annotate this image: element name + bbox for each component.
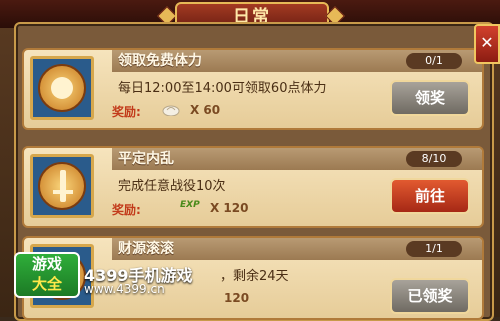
reward-amount: X 120: [210, 201, 249, 215]
close-button[interactable]: ✕: [474, 24, 500, 64]
reward-label: 奖励:: [112, 203, 141, 217]
site-logo: 游戏 大全: [14, 252, 80, 298]
task-description: ，剩余24天: [220, 269, 289, 284]
watermark-url: www.4399.cn: [84, 282, 165, 296]
task-progress: 0/1: [406, 53, 462, 69]
task-progress: 8/10: [406, 151, 462, 167]
reward-label: 奖励:: [112, 105, 141, 119]
claim-reward-button[interactable]: 领奖: [390, 80, 470, 116]
bun-icon: [38, 64, 86, 112]
exp-icon: EXP: [180, 200, 200, 210]
logo-line1: 游戏: [31, 255, 62, 273]
task-icon-frame: [30, 154, 94, 218]
go-button[interactable]: 前往: [390, 178, 470, 214]
bun-icon: [162, 105, 180, 116]
task-description: 完成任意战役10次: [118, 179, 226, 194]
reward-amount: X 60: [190, 103, 221, 117]
sword-icon: [38, 162, 86, 210]
task-title: 平定内乱: [118, 151, 174, 167]
task-icon-frame: [30, 56, 94, 120]
task-card: 领取免费体力 0/1 每日12:00至14:00可领取60点体力 奖励: X 6…: [22, 48, 484, 130]
task-description: 每日12:00至14:00可领取60点体力: [118, 81, 327, 96]
reward-amount: 120: [224, 291, 250, 305]
logo-line2: 大全: [31, 275, 62, 293]
task-card: 平定内乱 8/10 完成任意战役10次 奖励: EXP X 120 前往: [22, 146, 484, 228]
task-title: 财源滚滚: [118, 241, 174, 257]
claimed-button[interactable]: 已领奖: [390, 278, 470, 314]
task-progress: 1/1: [406, 241, 462, 257]
task-title: 领取免费体力: [118, 53, 202, 69]
